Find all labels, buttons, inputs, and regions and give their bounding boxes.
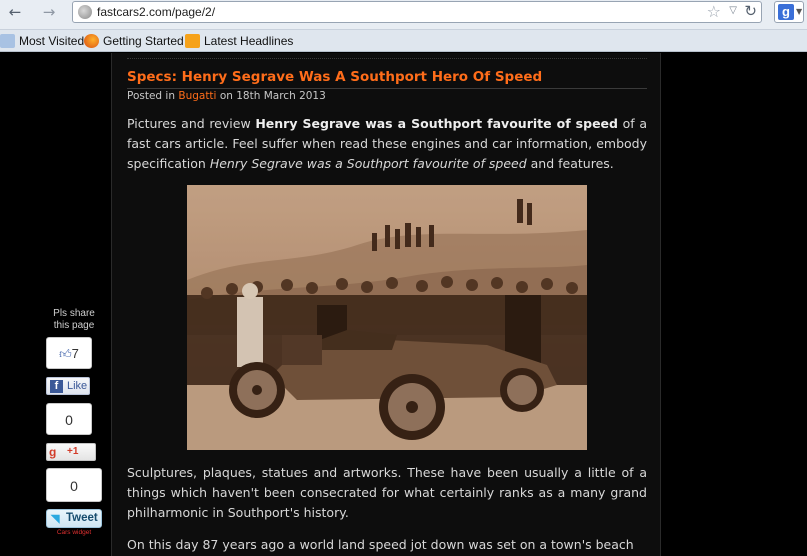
chevron-down-icon: ▼ xyxy=(796,7,803,16)
tweet-label: Tweet xyxy=(66,512,98,524)
post-date: 18th March 2013 xyxy=(236,90,326,102)
posted-in-label: Posted in xyxy=(127,90,176,102)
body-paragraph: Sculptures, plaques, statues and artwork… xyxy=(127,465,647,520)
vintage-race-car-photo xyxy=(187,185,587,450)
post-meta: Posted in Bugatti on 18th March 2013 xyxy=(127,90,326,102)
bookmark-label: Getting Started xyxy=(103,34,184,48)
like-count-box[interactable]: 👍︎7 xyxy=(46,337,92,369)
bookmark-label: Latest Headlines xyxy=(204,34,294,48)
search-engine-button[interactable]: g ▼ xyxy=(774,1,804,23)
share-label-line: Pls share xyxy=(53,308,95,319)
widget-credit-link[interactable]: Cars widget xyxy=(44,529,104,536)
category-link[interactable]: Bugatti xyxy=(178,90,216,102)
body-paragraph: On this day 87 years ago a world land sp… xyxy=(127,537,634,552)
facebook-count: 0 xyxy=(65,412,73,428)
divider xyxy=(127,88,647,89)
most-visited-icon xyxy=(0,34,15,48)
facebook-like-button[interactable]: f Like xyxy=(46,377,90,395)
intro-paragraph: Pictures and review Henry Segrave was a … xyxy=(127,114,647,174)
browser-toolbar: ← → fastcars2.com/page/2/ ☆ ▽ ↻ g ▼ xyxy=(0,0,807,30)
like-count: 7 xyxy=(71,346,79,361)
facebook-like-label: Like xyxy=(67,380,88,392)
italic-text: Henry Segrave was a Southport favourite … xyxy=(209,156,527,171)
bookmark-most-visited[interactable]: Most Visited xyxy=(0,33,84,49)
arrow-left-icon: ← xyxy=(8,3,22,21)
google-icon: g xyxy=(778,4,794,20)
post-content: Specs: Henry Segrave Was A Southport Her… xyxy=(111,53,661,556)
text: and features. xyxy=(526,156,614,171)
text: Pictures and review xyxy=(127,116,256,131)
bookmark-label: Most Visited xyxy=(19,34,85,48)
rss-icon xyxy=(185,34,200,48)
bookmark-getting-started[interactable]: Getting Started xyxy=(84,33,184,49)
bookmarks-bar: Most Visited Getting Started Latest Head… xyxy=(0,30,807,52)
web-page: Specs: Henry Segrave Was A Southport Her… xyxy=(0,53,807,556)
globe-icon xyxy=(78,5,92,19)
tweet-button[interactable]: ◥ Tweet xyxy=(46,509,102,528)
divider xyxy=(127,58,647,59)
facebook-icon: f xyxy=(50,380,63,393)
date-prefix: on xyxy=(219,90,233,102)
thumbs-up-icon: 👍︎ xyxy=(59,347,72,361)
back-button[interactable]: ← xyxy=(3,3,27,21)
firefox-icon xyxy=(84,34,99,48)
bold-text: Henry Segrave was a Southport favourite … xyxy=(255,116,618,131)
reload-icon[interactable]: ↻ xyxy=(744,2,757,20)
address-bar[interactable]: fastcars2.com/page/2/ ☆ ▽ ↻ xyxy=(72,1,762,23)
share-label-line: this page xyxy=(53,320,95,331)
bookmark-latest-headlines[interactable]: Latest Headlines xyxy=(185,33,293,49)
chevron-down-icon[interactable]: ▽ xyxy=(729,5,737,16)
post-photo xyxy=(187,185,587,450)
google-plus-button[interactable]: g +1 xyxy=(46,443,96,461)
google-plus-icon: g xyxy=(49,445,57,459)
bookmark-star-icon[interactable]: ☆ xyxy=(707,2,721,21)
url-text[interactable]: fastcars2.com/page/2/ xyxy=(97,5,215,19)
tweet-count-box: 0 xyxy=(46,468,102,502)
share-label: Pls share this page xyxy=(44,308,104,332)
twitter-bird-icon: ◥ xyxy=(51,513,60,525)
arrow-right-icon: → xyxy=(42,3,56,21)
google-plus-label: +1 xyxy=(67,446,79,457)
facebook-count-box: 0 xyxy=(46,403,92,435)
forward-button[interactable]: → xyxy=(37,3,61,21)
tweet-count: 0 xyxy=(70,478,78,494)
post-title[interactable]: Specs: Henry Segrave Was A Southport Her… xyxy=(127,69,542,85)
